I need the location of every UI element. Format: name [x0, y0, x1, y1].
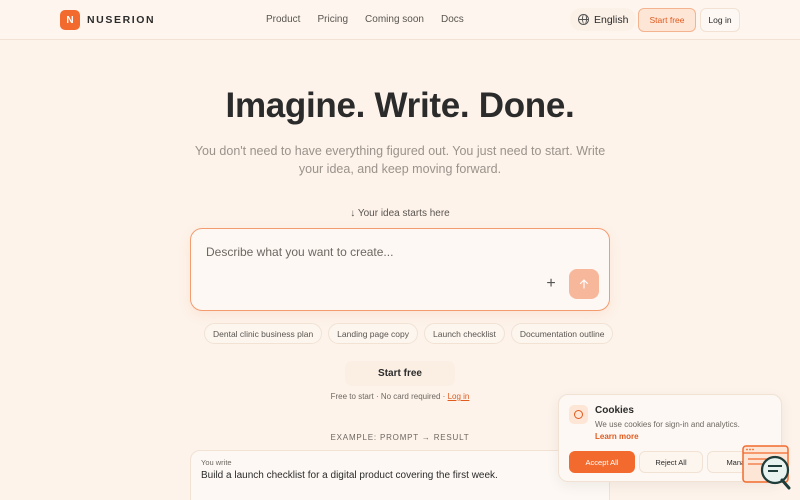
- example-prompt-text: Build a launch checklist for a digital p…: [201, 470, 498, 481]
- chat-icon: [742, 445, 791, 490]
- chip-documentation-outline[interactable]: Documentation outline: [510, 323, 614, 344]
- brand[interactable]: N NUSERION: [60, 10, 155, 30]
- login-link[interactable]: Log in: [448, 392, 470, 401]
- logo-icon: N: [60, 10, 80, 30]
- top-nav: N NUSERION Product Pricing Coming soon D…: [0, 0, 800, 40]
- cookie-learn-more[interactable]: Learn more: [595, 432, 639, 441]
- login-nav-button[interactable]: Log in: [700, 8, 740, 32]
- globe-icon: [578, 14, 589, 25]
- nav-link-product[interactable]: Product: [266, 14, 300, 25]
- language-selector[interactable]: English: [570, 8, 637, 31]
- nav-link-pricing[interactable]: Pricing: [317, 14, 348, 25]
- hero-subtitle: You don't need to have everything figure…: [194, 144, 606, 176]
- chip-dental-clinic[interactable]: Dental clinic business plan: [204, 323, 323, 344]
- brand-name: NUSERION: [87, 14, 156, 26]
- cta-note-text: Free to start · No card required ·: [330, 392, 448, 401]
- cookie-title: Cookies: [595, 405, 634, 416]
- start-free-button[interactable]: Start free: [345, 361, 455, 386]
- chat-widget-button[interactable]: [742, 444, 792, 490]
- chip-landing-page[interactable]: Landing page copy: [328, 323, 419, 344]
- start-free-nav-button[interactable]: Start free: [638, 8, 696, 32]
- cookie-icon: [569, 405, 588, 424]
- accept-all-button[interactable]: Accept All: [569, 451, 635, 473]
- arrow-up-icon: [579, 279, 589, 289]
- nav-links: Product Pricing Coming soon Docs: [266, 14, 464, 25]
- chip-launch-checklist[interactable]: Launch checklist: [424, 323, 505, 344]
- prompt-input[interactable]: [206, 245, 536, 259]
- suggestion-chips: Dental clinic business plan Landing page…: [204, 323, 614, 344]
- nav-link-docs[interactable]: Docs: [441, 14, 464, 25]
- reject-all-button[interactable]: Reject All: [639, 451, 703, 473]
- plus-icon[interactable]: +: [543, 276, 559, 292]
- example-you-write: You write: [201, 458, 232, 467]
- send-button[interactable]: [569, 269, 599, 299]
- example-card: You write Build a launch checklist for a…: [190, 450, 610, 500]
- hero-title: Imagine. Write. Done.: [225, 86, 575, 125]
- prompt-hint: ↓ Your idea starts here: [350, 208, 450, 219]
- prompt-box: +: [190, 228, 610, 311]
- cookie-text: We use cookies for sign-in and analytics…: [595, 420, 740, 429]
- nav-link-coming-soon[interactable]: Coming soon: [365, 14, 424, 25]
- language-label: English: [594, 13, 629, 26]
